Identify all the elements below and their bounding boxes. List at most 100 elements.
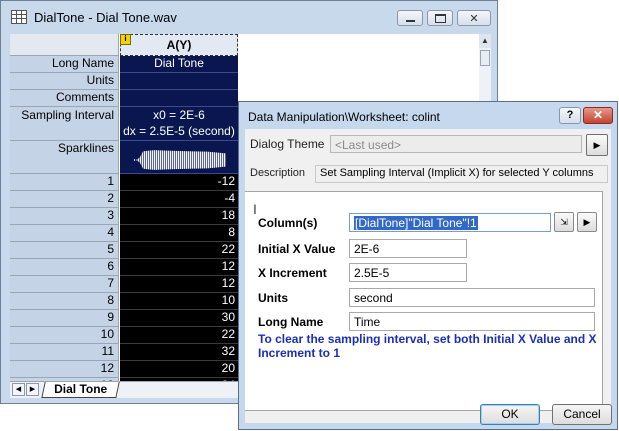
minimize-button[interactable] bbox=[397, 10, 423, 26]
data-cell[interactable]: -4 bbox=[120, 191, 238, 208]
theme-menu-arrow-icon[interactable]: ▶ bbox=[586, 134, 608, 156]
tab-dial-tone[interactable]: Dial Tone bbox=[41, 382, 120, 398]
colint-dialog: Data Manipulation\Worksheet: colint ? ✕ … bbox=[238, 101, 618, 430]
columns-input[interactable]: [DialTone]"Dial Tone"!1 bbox=[349, 213, 551, 232]
row-index[interactable]: 8 bbox=[10, 293, 119, 310]
table-row: 2 -4 bbox=[10, 191, 238, 208]
initial-x-label: Initial X Value bbox=[258, 242, 336, 256]
parameters-panel: I Column(s) [DialTone]"Dial Tone"!1 ⇲ ▶ … bbox=[245, 191, 603, 411]
data-cell[interactable]: 22 bbox=[120, 327, 238, 344]
table-row: 3 18 bbox=[10, 208, 238, 225]
description-text: Set Sampling Interval (Implicit X) for s… bbox=[315, 165, 608, 183]
column-select-icon[interactable]: ⇲ bbox=[554, 212, 574, 232]
row-index[interactable]: 12 bbox=[10, 361, 119, 378]
scroll-up-icon[interactable]: ▲ bbox=[479, 34, 491, 48]
columns-label: Column(s) bbox=[258, 216, 318, 230]
data-cell[interactable]: 12 bbox=[120, 259, 238, 276]
scroll-thumb[interactable] bbox=[480, 50, 490, 66]
row-index[interactable]: 4 bbox=[10, 225, 119, 242]
grid-corner[interactable] bbox=[10, 34, 119, 56]
dialog-theme-select[interactable]: <Last used> bbox=[330, 135, 582, 153]
empty-column-area bbox=[239, 34, 475, 56]
tab-prev-icon[interactable]: ◀ bbox=[12, 383, 25, 396]
table-row: 10 22 bbox=[10, 327, 238, 344]
dialog-body: Dialog Theme <Last used> ▶ Description S… bbox=[245, 129, 612, 425]
sparkline-waveform bbox=[134, 150, 226, 170]
table-row: 1 -12 bbox=[10, 174, 238, 191]
dialog-theme-label: Dialog Theme bbox=[250, 137, 325, 151]
row-index[interactable]: 11 bbox=[10, 344, 119, 361]
data-cell[interactable]: 32 bbox=[120, 344, 238, 361]
maximize-icon bbox=[434, 13, 446, 23]
ok-button[interactable]: OK bbox=[480, 404, 540, 425]
table-row: 4 8 bbox=[10, 225, 238, 242]
row-index[interactable]: 9 bbox=[10, 310, 119, 327]
units-label: Units bbox=[258, 291, 288, 305]
data-cell[interactable]: 10 bbox=[120, 293, 238, 310]
comments-cell[interactable] bbox=[120, 90, 238, 107]
units-cell[interactable] bbox=[120, 73, 238, 90]
sheet-tab-label: Dial Tone bbox=[54, 382, 108, 396]
row-label[interactable]: Sparklines bbox=[10, 141, 119, 174]
cancel-button[interactable]: Cancel bbox=[552, 404, 612, 425]
minimize-icon bbox=[405, 20, 415, 22]
description-label: Description bbox=[250, 167, 306, 179]
worksheet-titlebar[interactable]: DialTone - Dial Tone.wav ✕ bbox=[1, 1, 497, 33]
row-index[interactable]: 1 bbox=[10, 174, 119, 191]
tab-next-icon[interactable]: ▶ bbox=[26, 383, 39, 396]
row-index[interactable]: 10 bbox=[10, 327, 119, 344]
row-label[interactable]: Units bbox=[10, 73, 119, 90]
table-row: 12 20 bbox=[10, 361, 238, 378]
data-cell[interactable]: 22 bbox=[120, 242, 238, 259]
worksheet-icon bbox=[11, 10, 27, 24]
worksheet-title: DialTone - Dial Tone.wav bbox=[34, 10, 177, 25]
sampling-x0: x0 = 2E-6 bbox=[153, 108, 205, 122]
dialog-close-button[interactable]: ✕ bbox=[583, 107, 613, 124]
data-cell[interactable]: 8 bbox=[120, 225, 238, 242]
long-name-input[interactable] bbox=[349, 312, 595, 331]
data-cell[interactable]: -12 bbox=[120, 174, 238, 191]
data-cell[interactable]: 12 bbox=[120, 276, 238, 293]
x-increment-input[interactable] bbox=[349, 263, 467, 282]
dialog-title: Data Manipulation\Worksheet: colint bbox=[248, 110, 440, 124]
long-name-label: Long Name bbox=[258, 315, 324, 329]
row-label[interactable]: Long Name bbox=[10, 56, 119, 73]
meta-row-long-name: Long Name Dial Tone bbox=[10, 56, 238, 73]
row-index[interactable]: 2 bbox=[10, 191, 119, 208]
data-cell[interactable]: 20 bbox=[120, 361, 238, 378]
help-button[interactable]: ? bbox=[559, 107, 581, 124]
units-input[interactable] bbox=[349, 288, 595, 307]
column-header-a[interactable]: i A(Y) bbox=[120, 34, 238, 56]
column-header-label: A(Y) bbox=[166, 38, 192, 52]
row-index[interactable]: 3 bbox=[10, 208, 119, 225]
table-row: 5 22 bbox=[10, 242, 238, 259]
sampling-dx: dx = 2.5E-5 (second) bbox=[123, 124, 235, 138]
text-cursor-icon: I bbox=[253, 201, 257, 217]
long-name-cell[interactable]: Dial Tone bbox=[120, 56, 238, 73]
row-index[interactable]: 5 bbox=[10, 242, 119, 259]
row-index[interactable]: 6 bbox=[10, 259, 119, 276]
row-index[interactable]: 7 bbox=[10, 276, 119, 293]
implicit-x-badge-icon: i bbox=[120, 34, 131, 45]
table-row: 11 32 bbox=[10, 344, 238, 361]
meta-row-sampling-interval: Sampling Interval x0 = 2E-6 dx = 2.5E-5 … bbox=[10, 107, 238, 141]
meta-row-comments: Comments bbox=[10, 90, 238, 107]
close-button[interactable]: ✕ bbox=[457, 10, 491, 26]
hint-note: To clear the sampling interval, set both… bbox=[258, 332, 597, 360]
meta-row-units: Units bbox=[10, 73, 238, 90]
data-cell[interactable]: 30 bbox=[120, 310, 238, 327]
close-icon: ✕ bbox=[469, 12, 479, 25]
initial-x-input[interactable] bbox=[349, 239, 467, 258]
table-row: 8 10 bbox=[10, 293, 238, 310]
columns-value: [DialTone]"Dial Tone"!1 bbox=[354, 216, 478, 230]
data-cell[interactable]: 18 bbox=[120, 208, 238, 225]
row-label[interactable]: Sampling Interval bbox=[10, 107, 119, 141]
x-increment-label: X Increment bbox=[258, 266, 327, 280]
maximize-button[interactable] bbox=[427, 10, 453, 26]
meta-row-sparklines: Sparklines bbox=[10, 141, 238, 174]
sampling-interval-cell[interactable]: x0 = 2E-6 dx = 2.5E-5 (second) bbox=[120, 107, 238, 141]
row-label[interactable]: Comments bbox=[10, 90, 119, 107]
table-row: 9 30 bbox=[10, 310, 238, 327]
sparkline-cell[interactable] bbox=[120, 141, 238, 174]
columns-menu-arrow-icon[interactable]: ▶ bbox=[577, 212, 597, 232]
